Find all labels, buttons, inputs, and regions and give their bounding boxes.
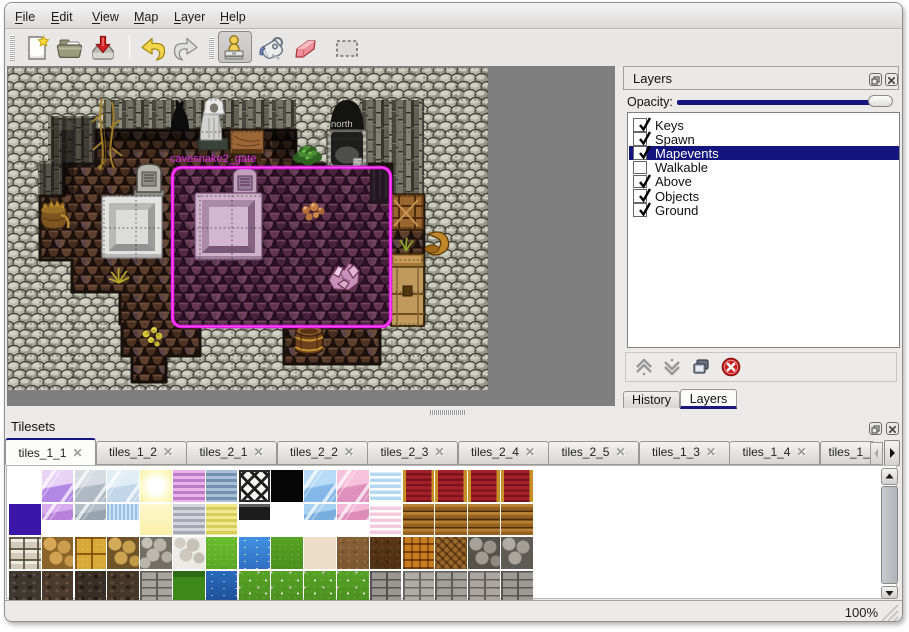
svg-text:north: north — [331, 119, 353, 130]
svg-text:cavesnake2_gate: cavesnake2_gate — [170, 153, 256, 165]
